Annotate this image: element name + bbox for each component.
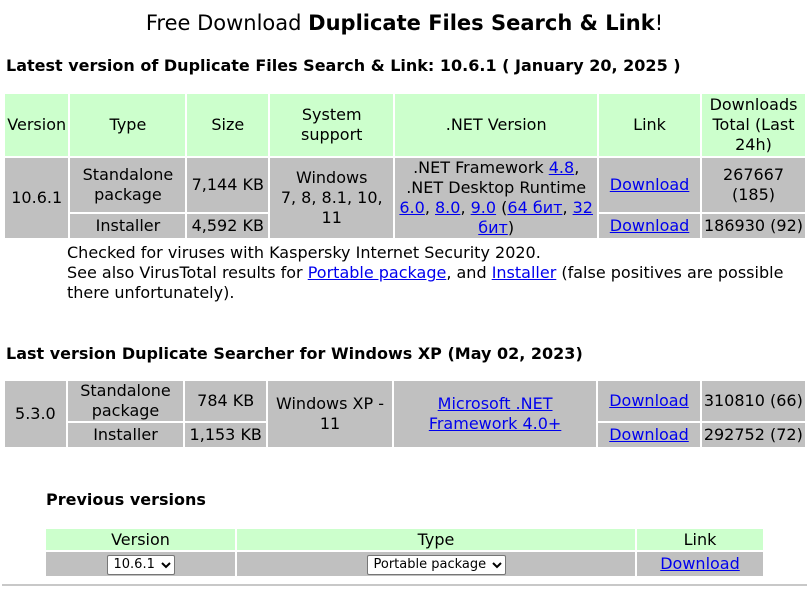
header-system-support: System support bbox=[270, 94, 394, 156]
net-version-cell: Microsoft .NET Framework 4.0+ bbox=[393, 381, 597, 447]
size-cell: 4,592 KB bbox=[187, 213, 269, 238]
header-version: Version bbox=[46, 529, 235, 550]
type-select-cell: Portable package bbox=[237, 552, 635, 576]
size-cell: 7,144 KB bbox=[187, 158, 269, 212]
downloads-cell: 186930 (92) bbox=[702, 213, 805, 238]
xp-download-standalone-link[interactable]: Download bbox=[609, 391, 689, 410]
link-cell: Download bbox=[598, 381, 700, 421]
xp-downloads-table: 5.3.0 Standalone package 784 KB Windows … bbox=[3, 379, 807, 449]
header-type: Type bbox=[70, 94, 186, 156]
net-version-cell: .NET Framework 4.8, .NET Desktop Runtime… bbox=[395, 158, 598, 238]
type-cell: Installer bbox=[70, 213, 186, 238]
link-cell: Download bbox=[598, 423, 700, 447]
net-runtime-60-link[interactable]: 6.0 bbox=[399, 198, 424, 217]
size-cell: 784 KB bbox=[185, 381, 267, 421]
net-runtime-90-link[interactable]: 9.0 bbox=[471, 198, 496, 217]
xp-version-heading: Last version Duplicate Searcher for Wind… bbox=[6, 344, 583, 363]
link-cell: Download bbox=[599, 213, 700, 238]
net-runtime-80-link[interactable]: 8.0 bbox=[435, 198, 460, 217]
virustotal-installer-link[interactable]: Installer bbox=[492, 263, 557, 282]
net-framework-48-link[interactable]: 4.8 bbox=[549, 158, 574, 177]
net-runtime-64bit-link[interactable]: 64 бит bbox=[507, 198, 562, 217]
header-version: Version bbox=[5, 94, 69, 156]
previous-versions-table: Version Type Link 10.6.1 Portable packag… bbox=[44, 527, 765, 578]
table-row: 10.6.1 Standalone package 7,144 KB Windo… bbox=[5, 158, 805, 238]
system-support-cell: Windows XP - 11 bbox=[268, 381, 392, 447]
header-downloads: Downloads Total (Last 24h) bbox=[702, 94, 805, 156]
link-cell: Download bbox=[599, 158, 700, 212]
version-select-cell: 10.6.1 bbox=[46, 552, 235, 576]
latest-version-heading: Latest version of Duplicate Files Search… bbox=[6, 56, 681, 75]
header-net-version: .NET Version bbox=[395, 94, 598, 156]
header-type: Type bbox=[237, 529, 635, 550]
xp-download-installer-link[interactable]: Download bbox=[609, 425, 689, 444]
previous-download-link[interactable]: Download bbox=[660, 554, 740, 573]
latest-downloads-table: Version Type Size System support .NET Ve… bbox=[3, 92, 807, 240]
downloads-cell: 310810 (66) bbox=[701, 381, 805, 421]
header-size: Size bbox=[187, 94, 269, 156]
download-installer-link[interactable]: Download bbox=[610, 216, 690, 235]
header-link: Link bbox=[599, 94, 700, 156]
bottom-divider bbox=[2, 584, 807, 586]
table-row: 10.6.1 Portable package Download bbox=[46, 552, 763, 576]
type-cell: Standalone package bbox=[70, 158, 186, 212]
version-cell: 5.3.0 bbox=[5, 381, 66, 447]
type-select[interactable]: Portable package bbox=[366, 554, 506, 575]
type-cell: Standalone package bbox=[67, 381, 184, 421]
link-cell: Download bbox=[637, 552, 763, 576]
version-select[interactable]: 10.6.1 bbox=[106, 554, 175, 575]
version-cell: 10.6.1 bbox=[5, 158, 69, 238]
previous-versions-heading: Previous versions bbox=[46, 490, 206, 509]
microsoft-net-framework-link[interactable]: Microsoft .NET Framework 4.0+ bbox=[429, 394, 562, 433]
system-support-cell: Windows 7, 8, 8.1, 10, 11 bbox=[270, 158, 394, 238]
virustotal-portable-link[interactable]: Portable package bbox=[308, 263, 447, 282]
size-cell: 1,153 KB bbox=[185, 423, 267, 447]
page-title: Free Download Duplicate Files Search & L… bbox=[145, 11, 664, 35]
downloads-cell: 292752 (72) bbox=[701, 423, 805, 447]
downloads-cell: 267667 (185) bbox=[702, 158, 805, 212]
virus-check-note: Checked for viruses with Kaspersky Inter… bbox=[67, 243, 784, 302]
type-cell: Installer bbox=[67, 423, 184, 447]
header-link: Link bbox=[637, 529, 763, 550]
download-standalone-link[interactable]: Download bbox=[610, 175, 690, 194]
table-row: 5.3.0 Standalone package 784 KB Windows … bbox=[5, 381, 805, 447]
